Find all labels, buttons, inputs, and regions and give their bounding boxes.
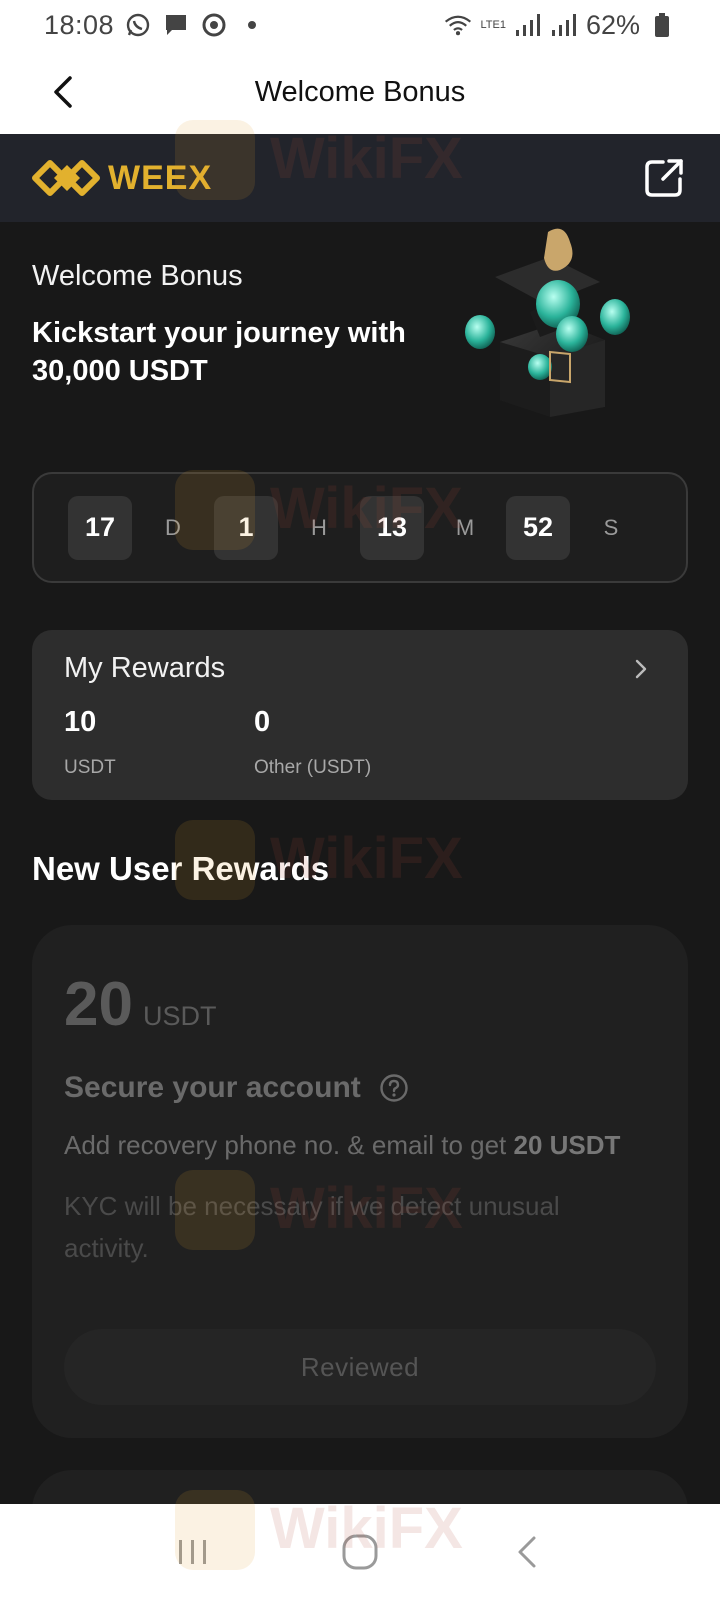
task-amount-value: 20 [64, 970, 133, 1039]
brand-name: WEEX [108, 158, 213, 197]
reward-other-value: 0 [254, 706, 271, 738]
app-header: Welcome Bonus [0, 50, 720, 134]
reward-other-label: Other (USDT) [254, 757, 372, 778]
message-icon [162, 11, 190, 39]
countdown-days-unit: D [165, 514, 181, 540]
countdown-hours: 1 H [214, 495, 360, 560]
page: 18:08 LTE1 62% Welcome Bonus WEEX Welcom… [0, 0, 720, 1600]
page-title: Welcome Bonus [254, 75, 466, 108]
task-description: Add recovery phone no. & email to get 20… [64, 1127, 664, 1163]
home-icon [342, 1534, 378, 1570]
task-description-amount: 20 USDT [513, 1130, 621, 1160]
status-time: 18:08 [44, 9, 115, 40]
my-rewards-card[interactable]: My Rewards 10 USDT 0 Other (USDT) [32, 630, 688, 800]
system-back-button[interactable] [497, 1522, 557, 1582]
hero-section: Welcome Bonus Kickstart your journey wit… [0, 222, 720, 462]
task-amount-unit: USDT [142, 1001, 217, 1031]
brand-bar: WEEX [0, 134, 720, 222]
back-arrow-icon [54, 76, 72, 108]
task-note: KYC will be necessary if we detect unusu… [64, 1191, 560, 1263]
recent-apps-button[interactable] [163, 1522, 223, 1582]
reviewed-button[interactable]: Reviewed [64, 1329, 656, 1405]
weex-logo-icon [32, 160, 100, 196]
chevron-right-icon [635, 659, 647, 679]
share-button[interactable] [640, 154, 688, 202]
status-left: 18:08 [44, 10, 266, 41]
reward-usdt-label: USDT [64, 757, 116, 778]
wifi-icon [444, 11, 472, 39]
status-right: LTE1 62% [444, 10, 676, 41]
reward-other: 0 Other (USDT) [254, 706, 371, 779]
task-amount: 20 USDT [64, 969, 216, 1040]
countdown-timer: 17 D 1 H 13 M 52 S [32, 472, 688, 583]
weex-logo: WEEX [32, 157, 212, 199]
share-external-icon [645, 159, 683, 197]
countdown-days: 17 D [68, 495, 214, 560]
countdown-minutes: 13 M [360, 495, 506, 560]
dot-icon [238, 11, 266, 39]
reward-usdt: 10 USDT [64, 706, 116, 779]
network-label: LTE1 [480, 19, 506, 31]
reward-usdt-value: 10 [64, 706, 97, 738]
chrome-icon [200, 11, 228, 39]
countdown-minutes-unit: M [455, 514, 475, 540]
task-title-row: Secure your account [64, 1071, 409, 1105]
new-user-rewards-title: New User Rewards [32, 850, 330, 887]
task-description-text: Add recovery phone no. & email to get [64, 1130, 514, 1160]
battery-percentage: 62% [585, 9, 640, 40]
back-button[interactable] [40, 70, 84, 114]
countdown-days-value: 17 [68, 495, 132, 560]
secure-account-task-card: 20 USDT Secure your account Add recovery… [32, 925, 688, 1438]
whatsapp-icon [124, 11, 152, 39]
my-rewards-title: My Rewards [64, 652, 226, 684]
home-button[interactable] [330, 1522, 390, 1582]
countdown-seconds-unit: S [603, 514, 619, 540]
gift-box-illustration [465, 228, 630, 417]
task-title: Secure your account [64, 1071, 361, 1104]
status-bar: 18:08 LTE1 62% [0, 0, 720, 50]
countdown-seconds: 52 S [506, 495, 652, 560]
countdown-seconds-value: 52 [506, 495, 570, 560]
hero-subtitle: Kickstart your journey with 30,000 USDT [32, 317, 406, 387]
countdown-hours-unit: H [311, 514, 327, 540]
system-nav-bar [0, 1504, 720, 1600]
battery-icon [648, 11, 676, 39]
signal-icon [514, 11, 542, 39]
help-icon[interactable] [379, 1073, 409, 1103]
system-back-icon [518, 1536, 536, 1568]
signal-icon-2 [550, 11, 578, 39]
hero-title: Welcome Bonus [32, 260, 243, 292]
recent-apps-icon [179, 1540, 207, 1564]
countdown-hours-value: 1 [214, 495, 278, 560]
countdown-minutes-value: 13 [360, 495, 424, 560]
